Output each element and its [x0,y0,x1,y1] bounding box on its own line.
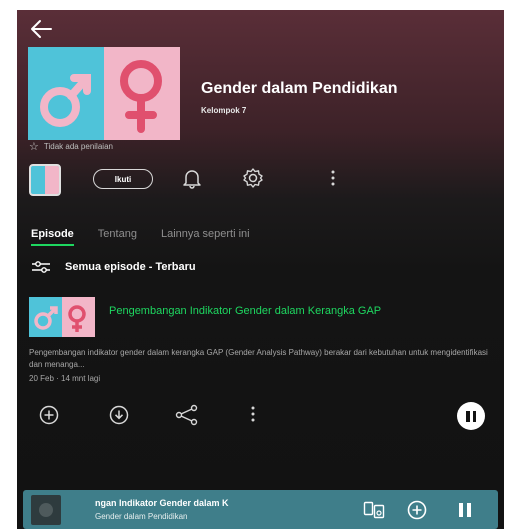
pause-bar [472,410,476,422]
filter-sliders-icon [32,261,50,273]
more-options-icon[interactable] [329,169,337,187]
male-symbol-icon [40,74,91,127]
episode-filter[interactable]: Semua episode - Terbaru [31,260,196,274]
tab-tentang[interactable]: Tentang [98,228,137,240]
podcast-cover [28,47,180,140]
app-screen: Gender dalam Pendidikan Kelompok 7 ☆ Tid… [17,10,504,529]
tab-lainnya[interactable]: Lainnya seperti ini [161,228,250,240]
connect-device-icon[interactable] [363,501,385,519]
star-icon: ☆ [29,141,39,153]
share-icon[interactable] [175,404,199,426]
bell-icon[interactable] [181,167,203,189]
gender-symbols-icon [34,305,86,332]
pause-bar [466,410,470,422]
tab-episode[interactable]: Episode [31,228,74,246]
follow-button[interactable]: Ikuti [93,169,153,189]
back-arrow-icon[interactable] [29,18,53,40]
download-icon[interactable] [109,405,129,425]
episode-title[interactable]: Pengembangan Indikator Gender dalam Kera… [109,304,449,318]
mini-player[interactable]: ngan Indikator Gender dalam K Gender dal… [23,490,498,529]
add-circle-icon[interactable] [39,405,59,425]
episode-thumbnail[interactable] [29,297,95,337]
filter-label: Semua episode - Terbaru [65,261,196,273]
mini-player-title: ngan Indikator Gender dalam K [95,498,229,508]
more-options-icon[interactable] [249,405,257,423]
pause-icon[interactable] [457,501,473,519]
mini-player-artwork [31,495,61,525]
episode-actions [29,402,499,430]
podcast-title: Gender dalam Pendidikan [201,80,398,97]
podcast-controls: Ikuti [29,164,489,196]
gear-icon[interactable] [242,167,264,189]
rating-text: Tidak ada penilaian [43,142,113,151]
pause-button[interactable] [457,402,485,430]
add-circle-icon[interactable] [407,500,427,520]
female-symbol-icon [120,60,162,133]
podcast-thumbnail[interactable] [29,164,61,196]
rating-row[interactable]: ☆ Tidak ada penilaian [29,140,113,153]
mini-player-subtitle: Gender dalam Pendidikan [95,512,188,521]
episode-description: Pengembangan indikator gender dalam kera… [29,348,488,369]
episode-meta: 20 Feb · 14 mnt lagi [29,374,101,383]
podcast-author[interactable]: Kelompok 7 [201,106,246,115]
tab-bar: Episode Tentang Lainnya seperti ini [31,228,250,246]
